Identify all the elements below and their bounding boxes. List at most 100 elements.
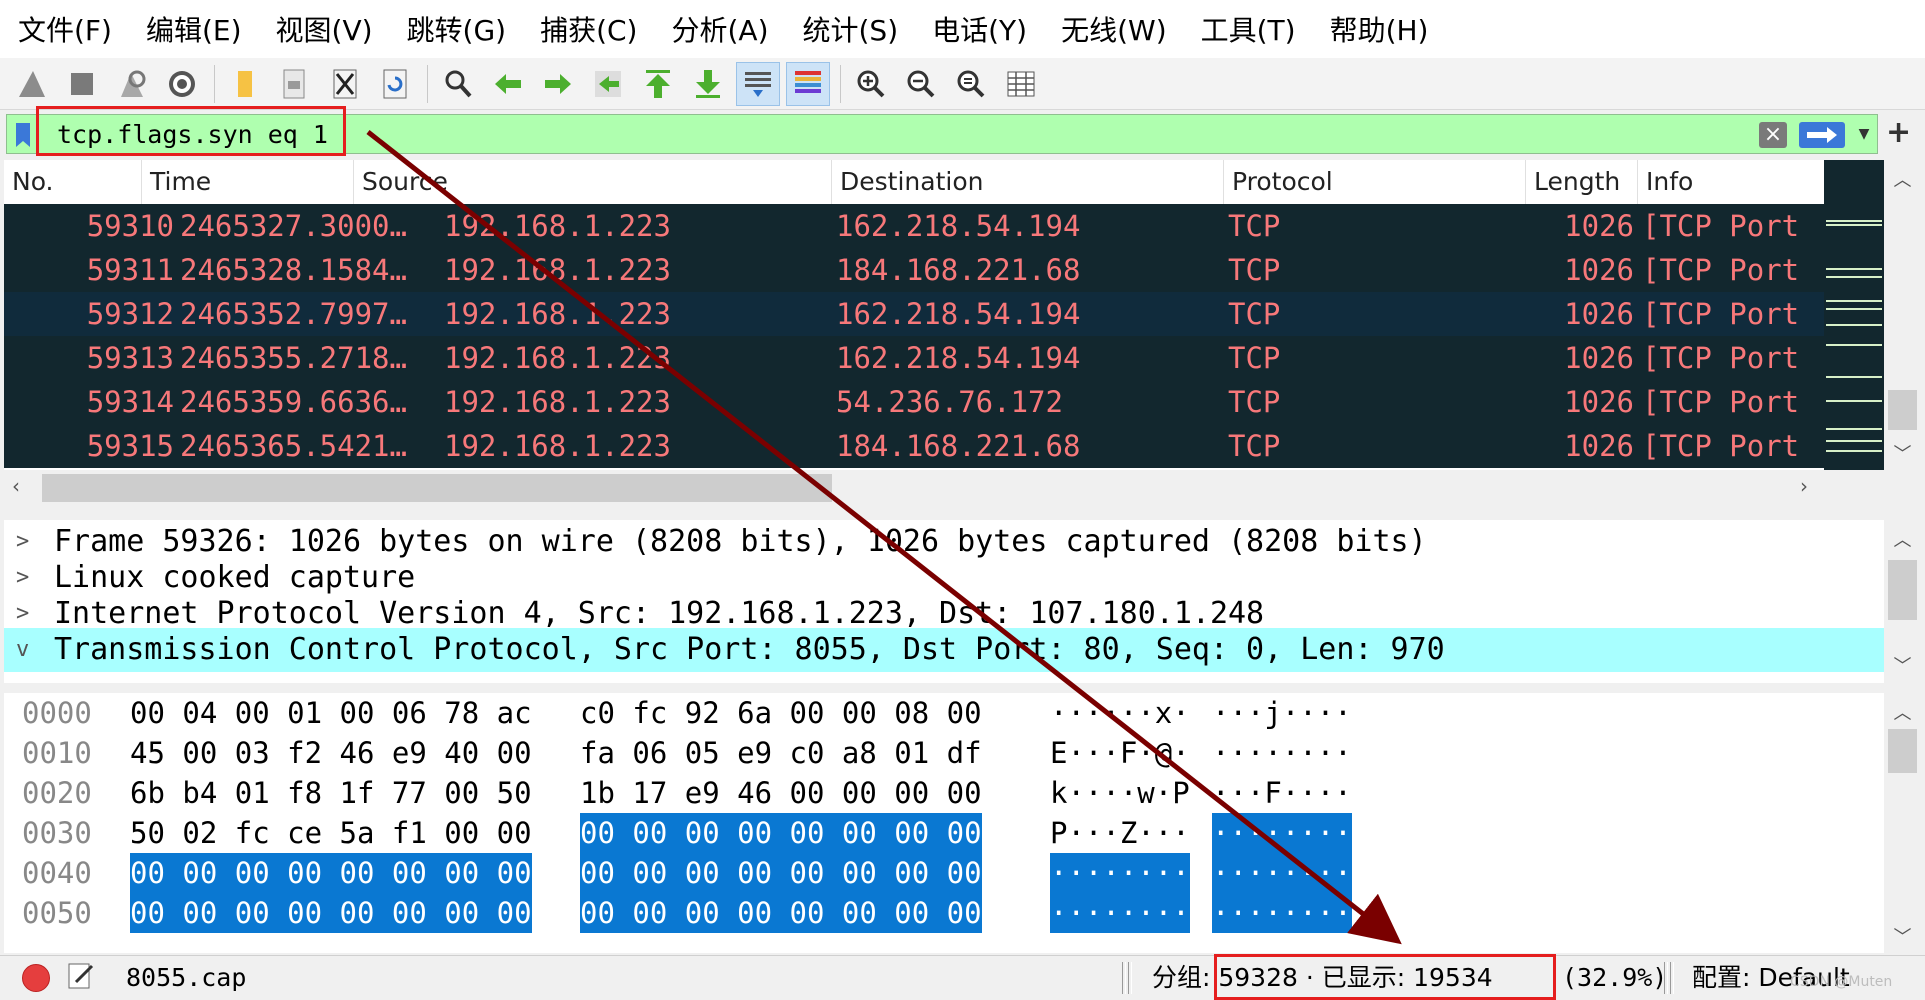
hex-bytes[interactable]: 50 02 fc ce 5a f1 00 00 (130, 813, 532, 853)
cell-proto: TCP (1228, 385, 1281, 419)
packet-row[interactable]: 59314 2465359.6636… 192.168.1.223 54.236.76… (4, 380, 1824, 424)
autoscroll-icon[interactable] (736, 61, 780, 106)
display-filter-input[interactable] (51, 115, 1737, 153)
zoom-in-icon[interactable] (849, 62, 893, 106)
packet-bytes-pane: 0000 00 04 00 01 00 06 78 ac c0 fc 92 6a 0… (4, 693, 1884, 953)
menu-file[interactable]: 文件(F) (0, 9, 128, 49)
apply-filter-icon[interactable] (1799, 122, 1845, 148)
ascii-bytes[interactable]: ········ (1050, 893, 1190, 933)
reload-icon[interactable] (373, 62, 417, 106)
ascii-bytes[interactable]: ········ (1212, 893, 1352, 933)
resize-columns-icon[interactable] (999, 62, 1043, 106)
packet-row[interactable]: 59310 2465327.3000… 192.168.1.223 162.218.5… (4, 204, 1824, 248)
packet-row[interactable]: 59315 2465365.5421… 192.168.1.223 184.168.2… (4, 424, 1824, 468)
packet-row[interactable]: 59312 2465352.7997… 192.168.1.223 162.218.5… (4, 292, 1824, 336)
hex-bytes[interactable]: 00 00 00 00 00 00 00 00 (580, 893, 982, 933)
zoom-normal-icon[interactable] (949, 62, 993, 106)
menu-analyze[interactable]: 分析(A) (653, 9, 784, 49)
packet-list-scrollbar[interactable]: ︿ ﹀ (1884, 160, 1921, 470)
restart-icon[interactable] (110, 62, 154, 106)
hex-bytes[interactable]: 00 00 00 00 00 00 00 00 (130, 893, 532, 933)
go-back-icon[interactable] (486, 62, 530, 106)
scroll-down-icon[interactable]: ﹀ (1884, 923, 1921, 949)
ascii-bytes[interactable]: ······x· (1050, 693, 1190, 733)
cell-info: [TCP Port (1642, 429, 1800, 463)
column-header-info[interactable]: Info (1638, 160, 1824, 204)
packet-row[interactable]: 59311 2465328.1584… 192.168.1.223 184.168.2… (4, 248, 1824, 292)
menu-go[interactable]: 跳转(G) (389, 9, 523, 49)
hex-bytes[interactable]: 00 00 00 00 00 00 00 00 (130, 853, 532, 893)
detail-row-tcp[interactable]: v Transmission Control Protocol, Src Por… (4, 628, 1884, 672)
expert-info-icon[interactable] (22, 964, 50, 992)
details-scrollbar[interactable]: ︿ ﹀ (1884, 520, 1921, 683)
ascii-bytes[interactable]: ········ (1212, 813, 1352, 853)
scroll-up-icon[interactable]: ︿ (1884, 526, 1921, 552)
hex-bytes[interactable]: 6b b4 01 f8 1f 77 00 50 (130, 773, 532, 813)
packet-minimap[interactable] (1824, 160, 1884, 470)
collapse-arrow-icon[interactable]: v (16, 628, 40, 672)
cell-src: 192.168.1.223 (444, 253, 671, 287)
shark-fin-start-icon[interactable] (10, 62, 54, 106)
menu-help[interactable]: 帮助(H) (1312, 9, 1445, 49)
cell-info: [TCP Port (1642, 297, 1800, 331)
scroll-down-icon[interactable]: ﹀ (1884, 440, 1921, 466)
add-filter-button[interactable]: + (1886, 116, 1911, 152)
scroll-right-icon[interactable]: › (1800, 474, 1808, 498)
scroll-down-icon[interactable]: ﹀ (1884, 652, 1921, 678)
hex-bytes[interactable]: 00 04 00 01 00 06 78 ac (130, 693, 532, 733)
hex-bytes[interactable]: 45 00 03 f2 46 e9 40 00 (130, 733, 532, 773)
ascii-bytes[interactable]: ········ (1212, 733, 1352, 773)
open-folder-icon[interactable] (223, 62, 267, 106)
ascii-bytes[interactable]: ···F···· (1212, 773, 1352, 813)
save-file-icon[interactable] (273, 62, 317, 106)
ascii-bytes[interactable]: ········ (1050, 853, 1190, 893)
ascii-bytes[interactable]: ···j···· (1212, 693, 1352, 733)
hex-bytes[interactable]: 00 00 00 00 00 00 00 00 (580, 813, 982, 853)
chevron-down-icon[interactable]: ▼ (1853, 119, 1875, 149)
capture-comment-icon[interactable] (66, 960, 96, 992)
hscrollbar-thumb[interactable] (42, 474, 832, 502)
ascii-bytes[interactable]: k····w·P (1050, 773, 1190, 813)
scroll-up-icon[interactable]: ︿ (1884, 699, 1921, 725)
hex-bytes[interactable]: 00 00 00 00 00 00 00 00 (580, 853, 982, 893)
stop-icon[interactable] (60, 62, 104, 106)
scrollbar-thumb[interactable] (1888, 560, 1917, 620)
menu-capture[interactable]: 捕获(C) (522, 9, 653, 49)
hex-bytes[interactable]: c0 fc 92 6a 00 00 08 00 (580, 693, 982, 733)
column-header-time[interactable]: Time (142, 160, 354, 204)
menu-view[interactable]: 视图(V) (258, 9, 389, 49)
bookmark-icon[interactable] (15, 122, 31, 148)
ascii-bytes[interactable]: P···Z··· (1050, 813, 1190, 853)
hex-bytes[interactable]: 1b 17 e9 46 00 00 00 00 (580, 773, 982, 813)
scrollbar-thumb[interactable] (1888, 390, 1917, 430)
clear-filter-icon[interactable]: × (1759, 122, 1787, 148)
go-to-packet-icon[interactable] (586, 62, 630, 106)
go-first-icon[interactable] (636, 62, 680, 106)
scroll-left-icon[interactable]: ‹ (12, 474, 20, 498)
scroll-up-icon[interactable]: ︿ (1884, 166, 1921, 192)
packet-row[interactable]: 59313 2465355.2718… 192.168.1.223 162.218.5… (4, 336, 1824, 380)
capture-options-icon[interactable] (160, 62, 204, 106)
menu-wireless[interactable]: 无线(W) (1043, 9, 1183, 49)
menu-edit[interactable]: 编辑(E) (128, 9, 258, 49)
ascii-bytes[interactable]: E···F·@· (1050, 733, 1190, 773)
find-icon[interactable] (436, 62, 480, 106)
menu-tools[interactable]: 工具(T) (1183, 9, 1312, 49)
column-header-source[interactable]: Source (354, 160, 832, 204)
column-header-protocol[interactable]: Protocol (1224, 160, 1526, 204)
go-last-icon[interactable] (686, 62, 730, 106)
packet-list-hscrollbar[interactable]: ‹ › (4, 470, 1884, 506)
column-header-no[interactable]: No. (4, 160, 142, 204)
menu-telephony[interactable]: 电话(Y) (914, 9, 1043, 49)
scrollbar-thumb[interactable] (1888, 729, 1917, 773)
go-forward-icon[interactable] (536, 62, 580, 106)
close-file-icon[interactable] (323, 62, 367, 106)
zoom-out-icon[interactable] (899, 62, 943, 106)
column-header-destination[interactable]: Destination (832, 160, 1224, 204)
hex-bytes[interactable]: fa 06 05 e9 c0 a8 01 df (580, 733, 982, 773)
ascii-bytes[interactable]: ········ (1212, 853, 1352, 893)
column-header-length[interactable]: Length (1526, 160, 1638, 204)
bytes-scrollbar[interactable]: ︿ ﹀ (1884, 693, 1921, 953)
colorize-icon[interactable] (786, 61, 830, 106)
menu-statistics[interactable]: 统计(S) (785, 9, 915, 49)
